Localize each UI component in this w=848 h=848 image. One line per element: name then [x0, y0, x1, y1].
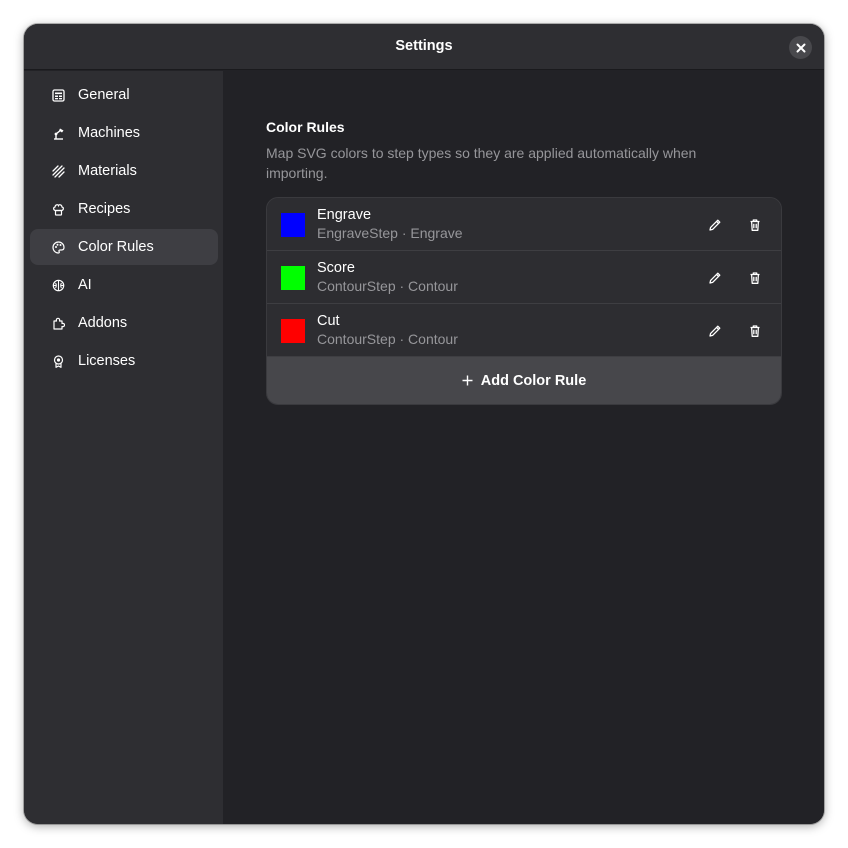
sidebar-item-ai[interactable]: AI [30, 267, 218, 303]
recipes-icon [51, 202, 65, 216]
delete-button[interactable] [743, 266, 767, 290]
close-icon [796, 43, 805, 52]
main-content: Color Rules Map SVG colors to step types… [223, 71, 824, 824]
general-icon [51, 88, 65, 102]
add-color-rule-button[interactable]: Add Color Rule [267, 357, 781, 404]
color-rule-row[interactable]: Cut ContourStep · Contour [267, 304, 781, 357]
puzzle-icon [51, 316, 65, 330]
sidebar-item-label: AI [78, 277, 92, 293]
sidebar-item-general[interactable]: General [30, 77, 218, 113]
license-icon [51, 354, 65, 368]
rule-step-type: ContourStep · Contour [317, 278, 458, 294]
delete-button[interactable] [743, 319, 767, 343]
edit-button[interactable] [703, 213, 727, 237]
ai-icon [51, 278, 65, 292]
edit-button[interactable] [703, 266, 727, 290]
color-rule-row[interactable]: Score ContourStep · Contour [267, 251, 781, 304]
trash-icon [750, 219, 760, 231]
color-swatch [281, 213, 305, 237]
pencil-icon [709, 219, 721, 231]
sidebar-item-label: General [78, 87, 130, 103]
sidebar-item-label: Licenses [78, 353, 136, 369]
color-swatch [281, 319, 305, 343]
sidebar-item-materials[interactable]: Materials [30, 153, 218, 189]
rule-name: Score [317, 260, 355, 276]
plus-icon [462, 375, 473, 386]
sidebar: General Machines Materials Recipes Color… [24, 71, 223, 824]
edit-button[interactable] [703, 319, 727, 343]
palette-icon [51, 240, 65, 254]
page-title: Color Rules [266, 119, 345, 135]
color-rules-list: Engrave EngraveStep · Engrave Score Cont… [266, 197, 782, 405]
close-button[interactable] [789, 36, 812, 59]
rule-step-type: EngraveStep · Engrave [317, 225, 463, 241]
rule-name: Engrave [317, 207, 372, 223]
rule-name: Cut [317, 313, 340, 329]
sidebar-item-label: Materials [78, 163, 137, 179]
sidebar-item-recipes[interactable]: Recipes [30, 191, 218, 227]
rule-step-type: ContourStep · Contour [317, 331, 458, 347]
add-color-rule-label: Add Color Rule [480, 372, 587, 389]
trash-icon [750, 272, 760, 284]
sidebar-item-color-rules[interactable]: Color Rules [30, 229, 218, 265]
sidebar-item-label: Color Rules [78, 239, 154, 255]
color-rule-row[interactable]: Engrave EngraveStep · Engrave [267, 198, 781, 251]
page-description: Map SVG colors to step types so they are… [266, 145, 697, 181]
pencil-icon [709, 325, 721, 337]
sidebar-item-addons[interactable]: Addons [30, 305, 218, 341]
sidebar-item-label: Recipes [78, 201, 131, 217]
color-swatch [281, 266, 305, 290]
window-title: Settings [395, 38, 453, 54]
trash-icon [750, 325, 760, 337]
sidebar-item-machines[interactable]: Machines [30, 115, 218, 151]
header-bar: Settings [24, 24, 824, 70]
sidebar-item-label: Addons [78, 315, 128, 331]
delete-button[interactable] [743, 213, 767, 237]
settings-window: Settings General Machines Materials Reci… [24, 24, 824, 824]
sidebar-item-licenses[interactable]: Licenses [30, 343, 218, 379]
sidebar-item-label: Machines [78, 125, 141, 141]
machine-icon [51, 126, 65, 140]
pencil-icon [709, 272, 721, 284]
materials-icon [51, 164, 65, 178]
